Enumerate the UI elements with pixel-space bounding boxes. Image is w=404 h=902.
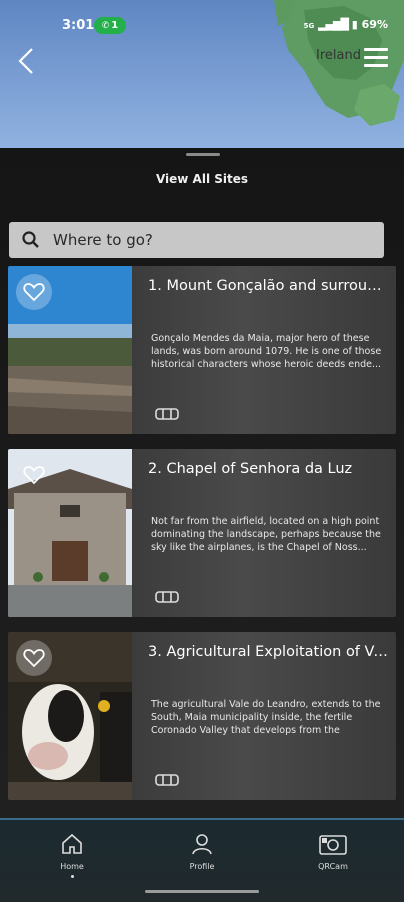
chevron-left-icon (18, 48, 33, 74)
nav-profile-label: Profile (189, 862, 215, 871)
qr-camera-icon (319, 835, 347, 855)
hamburger-icon (364, 48, 388, 51)
favorite-button[interactable] (16, 274, 52, 310)
signal-icon: ▂▄▆█ (318, 18, 349, 31)
network-label: 5G (303, 22, 315, 30)
site-title: 1. Mount Gonçalão and surroun... (148, 278, 388, 294)
site-image (8, 632, 132, 800)
home-icon (62, 833, 82, 854)
site-description: Gonçalo Mendes da Maia, major hero of th… (151, 333, 382, 370)
site-title: 3. Agricultural Exploitation of Va... (148, 644, 388, 660)
drag-handle[interactable] (186, 153, 220, 156)
site-image (8, 266, 132, 434)
map-country-label: Ireland (316, 48, 361, 63)
view-all-sites-button[interactable]: View All Sites (0, 172, 404, 186)
battery-icon: ▮ (351, 18, 358, 31)
site-card[interactable]: 3. Agricultural Exploitation of Va... Th… (8, 632, 396, 800)
favorite-button[interactable] (16, 457, 52, 493)
profile-icon (192, 834, 212, 855)
home-indicator[interactable] (145, 890, 259, 893)
nav-qrcam[interactable]: QRCam (298, 832, 368, 871)
nav-home-label: Home (60, 862, 84, 871)
site-description: Not far from the airfield, located on a … (151, 516, 381, 553)
nav-qrcam-label: QRCam (318, 862, 348, 871)
route-icon[interactable] (154, 406, 180, 422)
heart-icon (23, 283, 45, 302)
site-description: The agricultural Vale do Leandro, extend… (151, 699, 381, 736)
status-icons: 5G ▂▄▆█ ▮ 69% (304, 18, 388, 31)
call-count: 1 (111, 20, 119, 31)
nav-home[interactable]: Home (37, 832, 107, 878)
search-icon (22, 231, 39, 248)
search-input[interactable] (51, 230, 355, 250)
nav-profile[interactable]: Profile (167, 832, 237, 871)
back-button[interactable] (14, 46, 40, 76)
route-icon[interactable] (154, 772, 180, 788)
active-call-pill[interactable]: ✆ 1 (94, 17, 126, 34)
battery-percent: 69% (361, 18, 388, 31)
phone-icon: ✆ (101, 20, 110, 31)
menu-button[interactable] (364, 48, 388, 72)
status-bar: 3:01 ✆ 1 5G ▂▄▆█ ▮ 69% (0, 0, 404, 44)
site-card[interactable]: 2. Chapel of Senhora da Luz Not far from… (8, 449, 396, 617)
search-bar[interactable] (9, 222, 384, 258)
site-title: 2. Chapel of Senhora da Luz (148, 461, 353, 477)
heart-icon (23, 649, 45, 668)
heart-icon (23, 466, 45, 485)
route-icon[interactable] (154, 589, 180, 605)
site-image (8, 449, 132, 617)
site-card[interactable]: 1. Mount Gonçalão and surroun... Gonçalo… (8, 266, 396, 434)
active-indicator (70, 875, 74, 878)
favorite-button[interactable] (16, 640, 52, 676)
status-time: 3:01 (62, 18, 95, 33)
